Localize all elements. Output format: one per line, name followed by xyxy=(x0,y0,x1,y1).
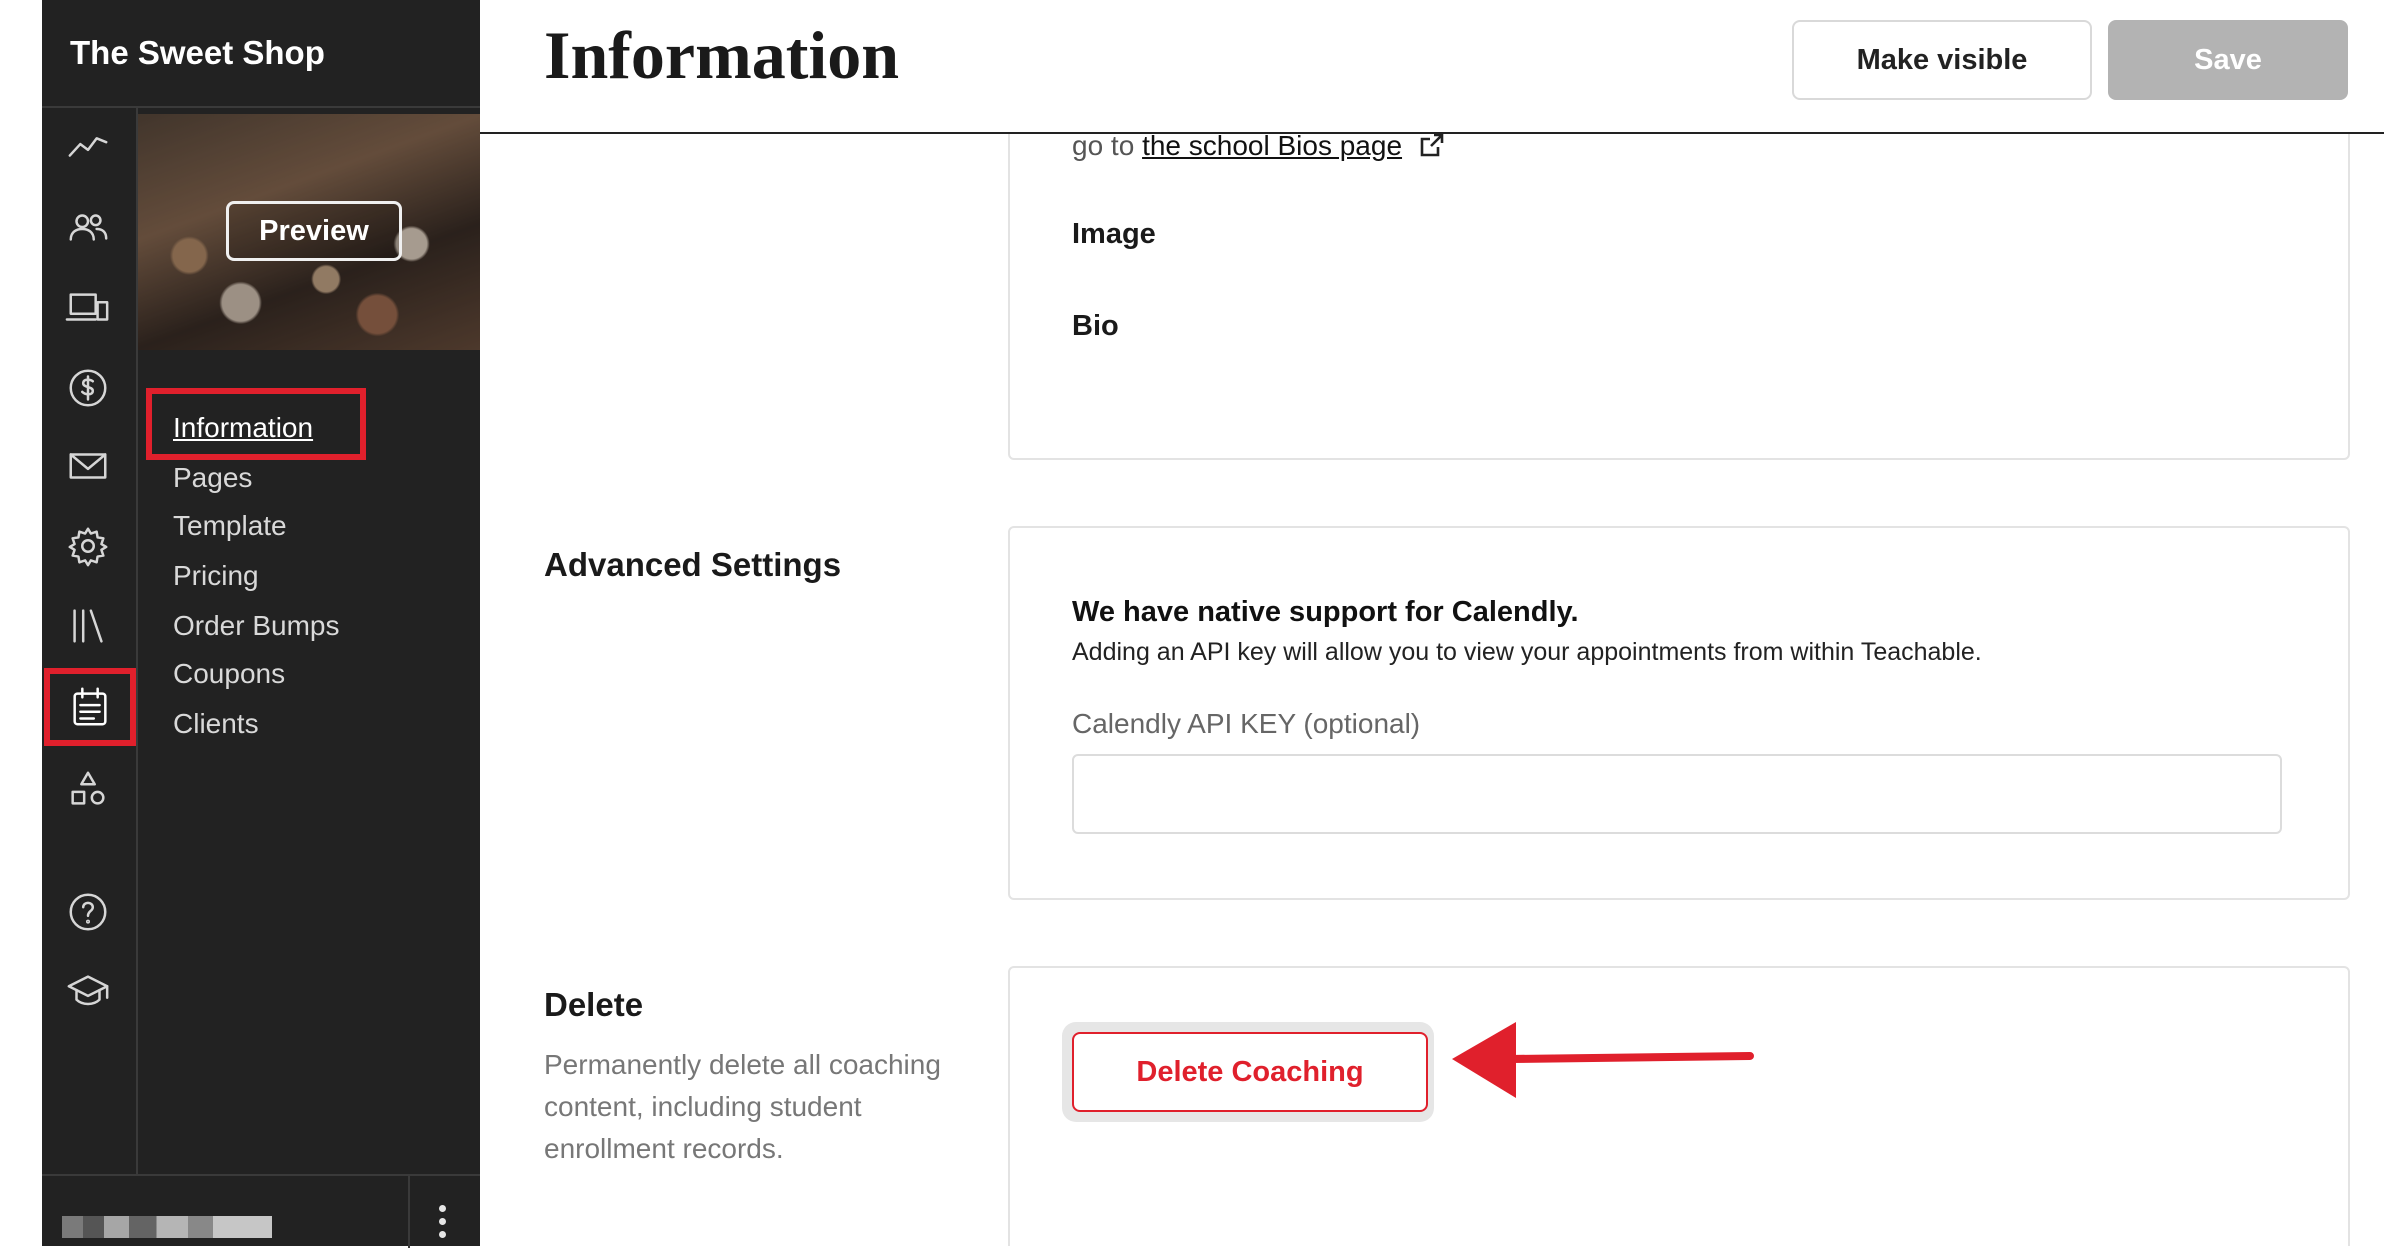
calendly-heading: We have native support for Calendly. xyxy=(1072,596,1579,628)
image-label: Image xyxy=(1072,218,1156,250)
make-visible-button[interactable]: Make visible xyxy=(1792,20,2092,100)
calendly-subtext: Adding an API key will allow you to view… xyxy=(1072,638,1982,666)
footer-divider xyxy=(408,1176,410,1248)
course-subnav: Preview Information Pages Template Prici… xyxy=(138,108,480,1174)
delete-description: Permanently delete all coaching content,… xyxy=(544,1049,941,1164)
calendly-api-key-input[interactable] xyxy=(1072,754,2282,834)
school-bios-link[interactable]: the school Bios page xyxy=(1142,134,1402,161)
sidebar: The Sweet Shop Preview Information Pages… xyxy=(42,0,480,1248)
author-card xyxy=(1008,134,2350,460)
school-name: The Sweet Shop xyxy=(70,34,325,71)
nav-item-pricing[interactable]: Pricing xyxy=(173,560,259,592)
mail-icon[interactable] xyxy=(56,434,120,498)
bio-note-prefix: go to xyxy=(1072,134,1135,161)
more-vertical-icon[interactable] xyxy=(422,1198,462,1244)
bio-label: Bio xyxy=(1072,310,1119,342)
help-icon[interactable] xyxy=(56,880,120,944)
user-name-blurred[interactable] xyxy=(62,1216,272,1238)
delete-coaching-button[interactable]: Delete Coaching xyxy=(1072,1032,1428,1112)
annotation-arrow-icon xyxy=(1452,1022,1754,1098)
advanced-settings-title: Advanced Settings xyxy=(544,546,842,583)
bio-page-note: go to the school Bios page xyxy=(1072,134,1446,166)
preview-button[interactable]: Preview xyxy=(226,201,402,261)
nav-item-coupons[interactable]: Coupons xyxy=(173,658,285,690)
nav-item-order-bumps[interactable]: Order Bumps xyxy=(173,610,340,642)
page-header: Information Make visible Save xyxy=(480,0,2384,134)
users-icon[interactable] xyxy=(56,196,120,260)
school-brand[interactable]: The Sweet Shop xyxy=(42,0,480,108)
course-thumbnail: Preview xyxy=(138,114,480,350)
main-content: go to the school Bios page Image Bio Adv… xyxy=(480,134,2384,1246)
nav-item-information[interactable]: Information xyxy=(173,412,313,444)
graduation-cap-icon[interactable] xyxy=(56,960,120,1024)
analytics-icon[interactable] xyxy=(56,114,120,178)
dollar-icon[interactable] xyxy=(56,356,120,420)
sidebar-footer xyxy=(42,1174,480,1248)
icon-rail xyxy=(42,108,138,1174)
page-title: Information xyxy=(544,17,900,93)
devices-icon[interactable] xyxy=(56,276,120,340)
calendar-icon[interactable] xyxy=(44,668,136,746)
left-gutter xyxy=(0,0,42,1246)
shapes-icon[interactable] xyxy=(56,758,120,822)
gear-icon[interactable] xyxy=(56,514,120,578)
nav-item-pages[interactable]: Pages xyxy=(173,462,252,494)
calendly-api-key-label: Calendly API KEY (optional) xyxy=(1072,708,1421,739)
nav-item-template[interactable]: Template xyxy=(173,510,287,542)
save-button[interactable]: Save xyxy=(2108,20,2348,100)
external-link-icon[interactable] xyxy=(1418,134,1446,166)
delete-section-title: Delete xyxy=(544,986,644,1023)
library-icon[interactable] xyxy=(56,594,120,658)
nav-item-clients[interactable]: Clients xyxy=(173,708,259,740)
